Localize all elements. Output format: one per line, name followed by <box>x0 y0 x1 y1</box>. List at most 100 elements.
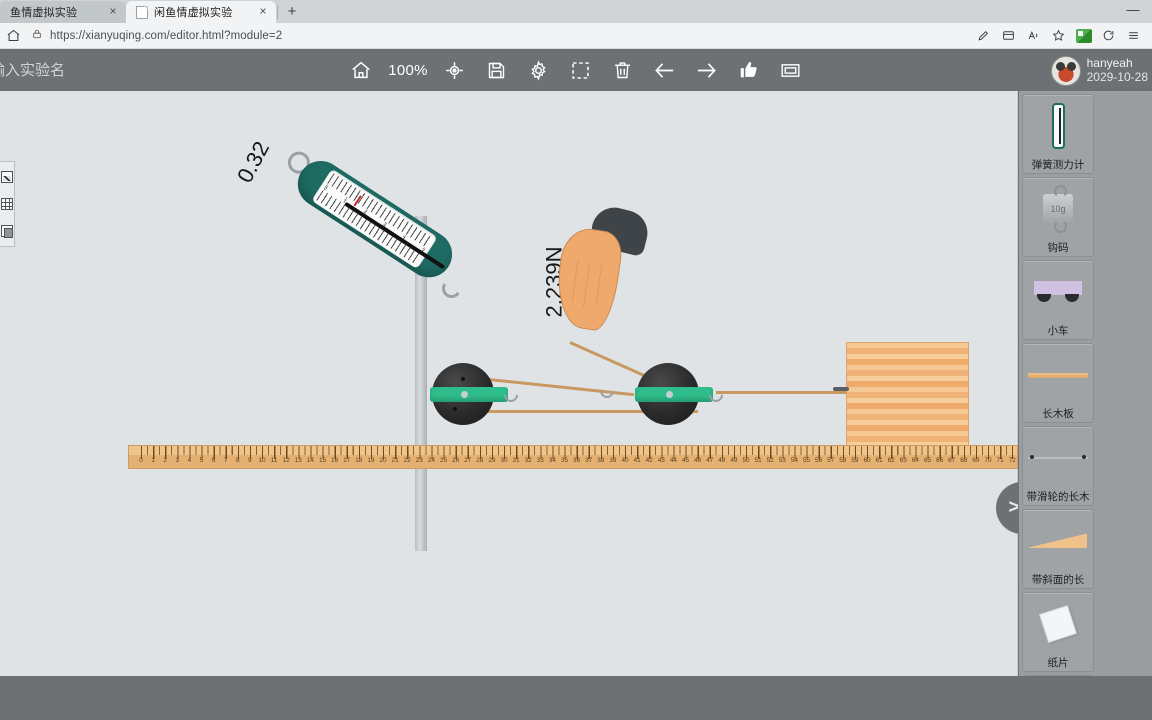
hand-palm <box>551 225 625 333</box>
wood-block[interactable] <box>833 342 969 447</box>
ruler-tick-label: 51 <box>754 457 762 464</box>
ruler-numbers: 0 1 2 3 4 5 6 7 8 9 10 11 12 13 14 15 16 17 18 19 20 21 22 23 24… <box>139 457 1016 469</box>
collections-icon[interactable] <box>996 25 1021 47</box>
ruler-tick-label: 11 <box>270 457 278 464</box>
pulley-band <box>430 387 508 402</box>
ruler-tick-label: 3 <box>175 457 180 464</box>
new-tab-button[interactable]: + <box>281 2 303 22</box>
ruler-tick-label: 42 <box>645 457 653 464</box>
browser-tab-1-title: 鱼情虚拟实验 <box>10 7 78 19</box>
palette-item-thumb <box>1023 510 1093 572</box>
pulley-left[interactable] <box>430 363 521 425</box>
browser-tab-2[interactable]: 闲鱼情虚拟实验 × <box>126 1 276 23</box>
ruler-tick-label: 33 <box>536 457 544 464</box>
ruler-tick-label: 35 <box>560 457 569 464</box>
ruler-tick-label: 27 <box>464 457 472 464</box>
pulley-axle <box>461 391 468 398</box>
ruler[interactable]: 0 1 2 3 4 5 6 7 8 9 10 11 12 13 14 15 16 17 18 19 20 21 22 23 24… <box>128 445 1018 469</box>
palette-item-1[interactable]: 10g 钩码 <box>1022 177 1094 257</box>
zoom-level-label[interactable]: 100% <box>388 62 428 79</box>
ruler-tick-label: 63 <box>899 457 907 464</box>
browser-url-bar: https://xianyuqing.com/editor.html?modul… <box>0 23 1152 49</box>
ruler-tick-label: 6 <box>211 457 216 464</box>
ruler-tick-label: 46 <box>694 457 702 464</box>
favorite-star-icon[interactable] <box>1046 25 1071 47</box>
wood-block-hook-icon <box>833 387 849 391</box>
extensions-icon[interactable] <box>1071 25 1096 47</box>
save-button[interactable] <box>482 55 512 85</box>
close-icon[interactable]: × <box>106 5 120 19</box>
ruler-tick-label: 16 <box>331 457 339 464</box>
pulley-right[interactable] <box>635 363 726 425</box>
palette-item-label: 小车 <box>1047 325 1069 337</box>
palette-item-0[interactable]: 弹簧测力计 <box>1022 94 1094 174</box>
thumbs-up-icon[interactable] <box>734 55 764 85</box>
palette-item-3[interactable]: 长木板 <box>1022 343 1094 423</box>
app-toolbar: 100% <box>0 49 1152 91</box>
ruler-tick-label: 24 <box>427 457 435 464</box>
palette-item-4[interactable]: 带滑轮的长木 <box>1022 426 1094 506</box>
ruler-tick-label: 8 <box>236 457 240 464</box>
ruler-tick-label: 4 <box>187 457 192 464</box>
palette-item-6[interactable]: 纸片 <box>1022 592 1094 672</box>
panel-icon[interactable] <box>1 224 13 238</box>
redo-button[interactable] <box>692 55 722 85</box>
more-settings-icon[interactable] <box>1121 25 1146 47</box>
user-name: hanyeah <box>1086 56 1133 71</box>
recenter-button[interactable] <box>440 55 470 85</box>
ruler-tick-label: 47 <box>706 457 714 464</box>
url-input[interactable]: https://xianyuqing.com/editor.html?modul… <box>30 26 967 45</box>
avatar-head-left <box>1055 62 1065 71</box>
palette-item-label: 弹簧测力计 <box>1031 159 1085 171</box>
palette-item-label: 钩码 <box>1047 242 1069 254</box>
home-icon[interactable] <box>0 25 26 47</box>
ruler-tick-label: 40 <box>621 457 629 464</box>
user-info[interactable]: hanyeah 2029-10-28 <box>1050 53 1148 89</box>
incline-board-thumb-icon <box>1029 534 1087 548</box>
ruler-tick-label: 59 <box>851 457 859 464</box>
ruler-tick-label: 39 <box>609 457 617 464</box>
ruler-tick-label: 2 <box>163 457 167 464</box>
ruler-tick-label: 48 <box>718 457 726 464</box>
bottom-strip <box>0 676 1152 720</box>
pen-icon[interactable] <box>971 25 996 47</box>
palette-item-5[interactable]: 带斜面的长 <box>1022 509 1094 589</box>
equipment-palette[interactable]: 弹簧测力计10g钩码小车长木板带滑轮的长木带斜面的长纸片木块带钩子的墙面橡皮筋弹… <box>1019 91 1152 676</box>
ruler-tick-label: 56 <box>815 457 823 464</box>
ruler-tick-label: 52 <box>766 457 774 464</box>
ruler-tick-label: 44 <box>669 457 677 464</box>
close-icon[interactable]: × <box>256 5 270 19</box>
ruler-tick-label: 57 <box>827 457 835 464</box>
ruler-tick-label: 31 <box>512 457 520 464</box>
ruler-tick-label: 9 <box>248 457 252 464</box>
ruler-tick-label: 60 <box>863 457 871 464</box>
ruler-tick-label: 19 <box>367 457 375 464</box>
ruler-tick-label: 22 <box>403 457 411 464</box>
refresh-icon[interactable] <box>1096 25 1121 47</box>
rope-pulley-to-block[interactable] <box>716 391 849 394</box>
pulley-dot-bottom <box>453 407 457 411</box>
grid-icon[interactable] <box>1 197 13 210</box>
experiment-canvas[interactable]: 0.32 012345 012345 2.239N 0 1 2 3 4 5 6 … <box>0 91 1018 676</box>
fullscreen-button[interactable] <box>776 55 806 85</box>
ruler-tick-label: 43 <box>657 457 665 464</box>
ruler-tick-label: 5 <box>199 457 204 464</box>
settings-button[interactable] <box>524 55 554 85</box>
delete-button[interactable] <box>608 55 638 85</box>
select-area-button[interactable] <box>566 55 596 85</box>
ruler-tick-label: 18 <box>355 457 363 464</box>
ruler-tick-label: 71 <box>996 457 1004 464</box>
hand[interactable] <box>548 202 653 354</box>
palette-item-2[interactable]: 小车 <box>1022 260 1094 340</box>
chart-icon[interactable] <box>1 171 13 184</box>
home-button[interactable] <box>346 55 376 85</box>
browser-tab-1[interactable]: 鱼情虚拟实验 × <box>0 1 126 23</box>
read-aloud-icon[interactable] <box>1021 25 1046 47</box>
ruler-tick-label: 49 <box>730 457 738 464</box>
ruler-tick-label: 58 <box>839 457 847 464</box>
ruler-tick-label: 0 <box>139 457 143 464</box>
undo-button[interactable] <box>650 55 680 85</box>
spring-scale-thumb-icon <box>1051 103 1065 149</box>
user-date: 2029-10-28 <box>1086 70 1148 84</box>
window-minimize-button[interactable]: — <box>1122 3 1144 19</box>
